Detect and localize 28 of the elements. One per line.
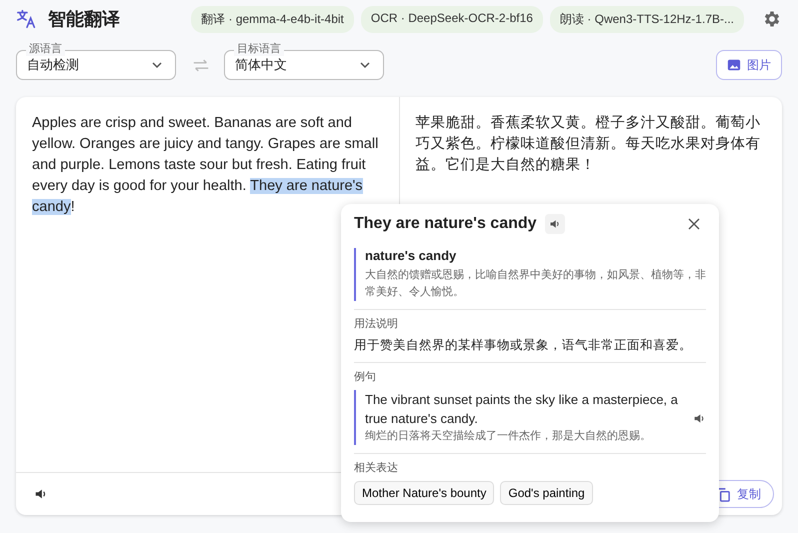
settings-icon[interactable]: [762, 9, 782, 29]
usage-text: 用于赞美自然界的某样事物或景象，语气非常正面和喜爱。: [354, 337, 693, 354]
field-label: 目标语言: [234, 41, 284, 56]
speaker-button[interactable]: [544, 214, 565, 234]
related-phrase-chip[interactable]: Mother Nature's bounty: [354, 481, 494, 505]
speaker-icon[interactable]: [34, 487, 48, 501]
example-sentence: The vibrant sunset paints the sky like a masterpiece, a true nature's candy.: [365, 391, 679, 428]
related-phrase-chip[interactable]: God's painting: [500, 481, 593, 505]
image-button[interactable]: 图片: [716, 50, 782, 80]
section-label: 例句: [354, 370, 377, 384]
model-chip: OCR · DeepSeek-OCR-2-bf16: [360, 6, 543, 32]
copy-icon: [716, 486, 731, 502]
section-label: 用法说明: [354, 317, 399, 331]
popup-title: They are nature's candy: [354, 215, 537, 233]
term-text: nature's candy: [365, 248, 458, 263]
close-icon[interactable]: [688, 218, 700, 230]
section-label: 相关表达: [354, 460, 399, 475]
definition-text: 大自然的馈赠或恩赐，比喻自然界中美好的事物，如风景、植物等，非常美好、令人愉悦。: [365, 268, 706, 300]
speaker-icon: [548, 218, 561, 230]
field-label: 源语言: [26, 41, 65, 56]
app-title: 智能翻译: [48, 8, 120, 31]
translated-text: 苹果脆甜。香蕉柔软又黄。橙子多汁又酸甜。葡萄小巧又紫色。柠檬味道酸但清新。每天吃水果对身体有益。它们是大自然的糖果！: [414, 114, 762, 175]
example-translation: 绚烂的日落将天空描绘成了一件杰作，那是大自然的恩赐。: [365, 428, 652, 444]
speaker-icon[interactable]: [693, 412, 706, 425]
model-chip: 翻译 · gemma-4-e4b-it-4bit: [191, 6, 354, 32]
model-chip: 朗读 · Qwen3-TTS-12Hz-1.7B-...: [550, 6, 744, 32]
image-icon: [727, 58, 741, 72]
translate-icon: [16, 8, 38, 30]
